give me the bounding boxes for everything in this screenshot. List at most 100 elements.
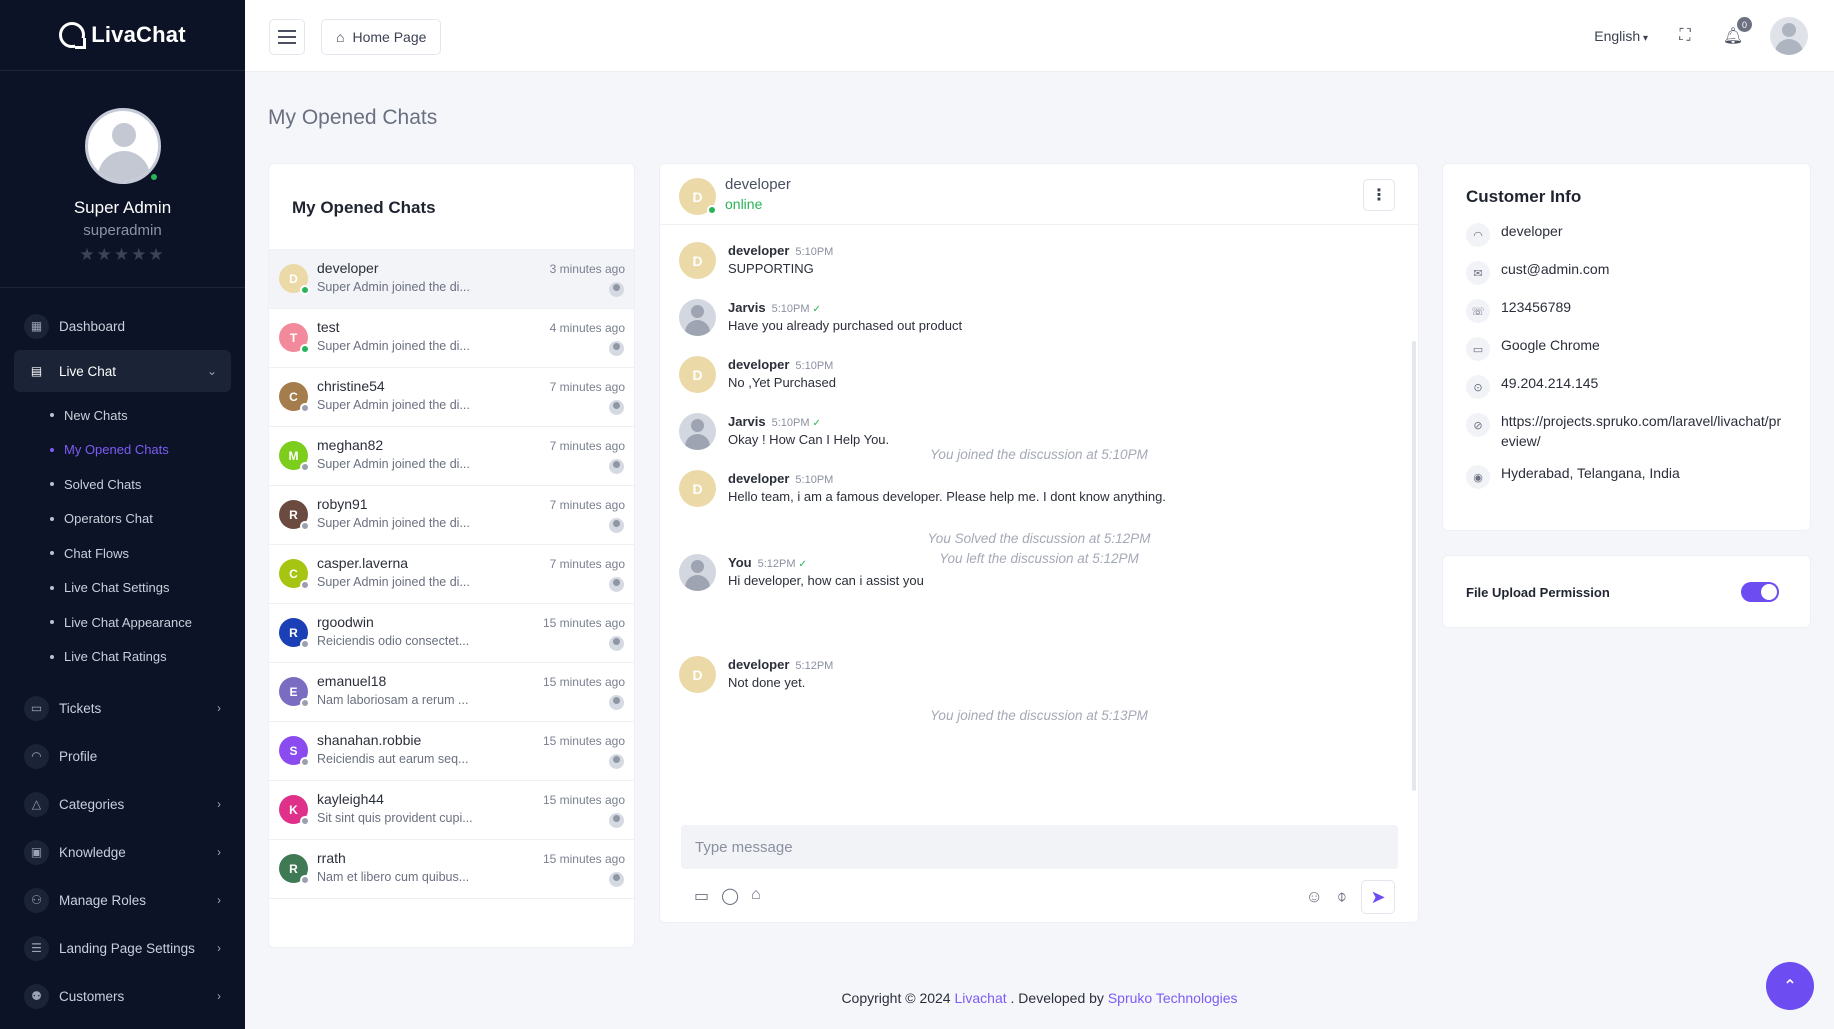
sidebar-subitem-live-chat-settings[interactable]: Live Chat Settings xyxy=(50,571,245,606)
dashboard-icon: ▦ xyxy=(24,313,49,339)
link-icon: ⊘ xyxy=(1466,413,1490,437)
offline-status-icon xyxy=(300,580,310,590)
sliders-icon: ☰ xyxy=(24,935,49,961)
chat-last-message: Super Admin joined the di... xyxy=(317,280,470,294)
sidebar-item-profile[interactable]: ◠ Profile xyxy=(0,732,245,780)
footer-brand-link[interactable]: Livachat xyxy=(954,990,1006,1006)
message-input[interactable] xyxy=(681,825,1398,869)
sidebar-item-live-chat[interactable]: ▤ Live Chat ⌄ xyxy=(14,350,231,392)
canned-message-icon[interactable]: ▭ xyxy=(694,886,709,906)
chevron-right-icon: › xyxy=(217,941,221,955)
chat-list-item[interactable]: Rrgoodwin Reiciendis odio consectet... 15 … xyxy=(269,604,634,663)
sidebar-item-manage-roles[interactable]: ⚇ Manage Roles › xyxy=(0,876,245,924)
send-button[interactable]: ➤ xyxy=(1361,880,1395,914)
user-role: superadmin xyxy=(83,222,162,239)
opened-chats-title: My Opened Chats xyxy=(269,164,634,250)
thread-scrollbar[interactable] xyxy=(1412,341,1416,791)
operator-avatar-icon xyxy=(609,341,624,356)
message-time: 5:10PM xyxy=(795,360,834,372)
menu-toggle-button[interactable] xyxy=(269,19,305,55)
offline-status-icon xyxy=(300,403,310,413)
sidebar-item-categories[interactable]: △ Categories › xyxy=(0,780,245,828)
user-avatar[interactable] xyxy=(84,108,161,184)
chat-list-item[interactable]: Mmeghan82 Super Admin joined the di... 7 m… xyxy=(269,427,634,486)
chat-list-item[interactable]: Rrobyn91 Super Admin joined the di... 7 mi… xyxy=(269,486,634,545)
sidebar-item-landing-page-settings[interactable]: ☰ Landing Page Settings › xyxy=(0,924,245,972)
live-chat-submenu: New Chats My Opened Chats Solved Chats O… xyxy=(0,392,245,684)
message-sender: developer xyxy=(728,657,790,672)
home-icon: ⌂ xyxy=(336,29,345,45)
sidebar-subitem-live-chat-appearance[interactable]: Live Chat Appearance xyxy=(50,605,245,640)
emoji-icon[interactable]: ☺ xyxy=(1305,887,1322,907)
message-avatar xyxy=(679,413,716,450)
ticket-icon[interactable]: ⌂ xyxy=(751,886,761,906)
composer-actions: ☺ ⌽ ➤ xyxy=(1305,880,1395,914)
chat-avatar: T xyxy=(279,323,310,354)
sidebar-subitem-live-chat-ratings[interactable]: Live Chat Ratings xyxy=(50,640,245,675)
message-text: No ,Yet Purchased xyxy=(728,375,836,390)
sidebar-item-tickets[interactable]: ▭ Tickets › xyxy=(0,684,245,732)
phone-icon: ☏ xyxy=(1466,299,1490,323)
operator-avatar-icon xyxy=(609,636,624,651)
livachat-logo-icon xyxy=(59,22,87,49)
chevron-right-icon: › xyxy=(217,845,221,859)
notification-bell-icon[interactable]: 🔔︎ 0 xyxy=(1722,17,1752,47)
conversation-card: D developer online ⋮ Ddeveloper 5:10PM SUP… xyxy=(659,163,1419,923)
user-name: Super Admin xyxy=(73,198,172,217)
message-meta: developer 5:10PM xyxy=(728,470,833,486)
system-message: You Solved the discussion at 5:12PM xyxy=(927,531,1151,546)
chat-list-item[interactable]: Ddeveloper Super Admin joined the di... 3 … xyxy=(269,250,634,309)
chat-list-item[interactable]: Cchristine54 Super Admin joined the di...… xyxy=(269,368,634,427)
message-meta: developer 5:12PM xyxy=(728,656,833,672)
notification-count-badge: 0 xyxy=(1737,17,1752,32)
message-sender: developer xyxy=(728,243,790,258)
more-options-icon[interactable]: ⋮ xyxy=(1363,179,1395,211)
sidebar: LivaChat Super Admin superadmin ★★★★★ ▦ … xyxy=(0,0,245,1029)
user-icon: ◠ xyxy=(1466,223,1490,247)
chat-time: 7 minutes ago xyxy=(549,380,625,394)
sidebar-item-knowledge[interactable]: ▣ Knowledge › xyxy=(0,828,245,876)
offline-status-icon xyxy=(300,521,310,531)
chat-list-item[interactable]: Eemanuel18 Nam laboriosam a rerum ... 15 m… xyxy=(269,663,634,722)
system-message: You joined the discussion at 5:10PM xyxy=(930,447,1148,462)
chevron-right-icon: › xyxy=(217,797,221,811)
sidebar-item-customers[interactable]: ⚉ Customers › xyxy=(0,972,245,1020)
chat-last-message: Reiciendis odio consectet... xyxy=(317,634,470,648)
customer-info-card: Customer Info ◠ developer ✉ cust@admin.c… xyxy=(1442,163,1811,531)
mail-icon: ✉ xyxy=(1466,261,1490,285)
sidebar-subitem-solved-chats[interactable]: Solved Chats xyxy=(50,467,245,502)
chat-list-item[interactable]: Ttest Super Admin joined the di... 4 minut… xyxy=(269,309,634,368)
language-selector[interactable]: English xyxy=(1594,28,1648,44)
chat-list-item[interactable]: Ccasper.laverna Super Admin joined the di… xyxy=(269,545,634,604)
message-time: 5:10PM xyxy=(795,246,834,258)
header-user-avatar[interactable] xyxy=(1770,17,1808,55)
attachment-icon[interactable]: ⌽ xyxy=(1337,887,1347,907)
message-thread: Ddeveloper 5:10PM SUPPORTING Jarvis 5:10PM ✓ H… xyxy=(660,226,1418,816)
rating-stars-icon: ★★★★★ xyxy=(79,245,166,264)
sidebar-subitem-chat-flows[interactable]: Chat Flows xyxy=(50,536,245,571)
chat-bubble-icon[interactable]: ◯ xyxy=(721,886,739,906)
chat-list-item[interactable]: Rrrath Nam et libero cum quibus... 15 minu… xyxy=(269,840,634,899)
sidebar-subitem-new-chats[interactable]: New Chats xyxy=(50,398,245,433)
sidebar-subitem-my-opened-chats[interactable]: My Opened Chats xyxy=(50,433,245,468)
shapes-icon: △ xyxy=(24,791,49,817)
breadcrumb[interactable]: ⌂ Home Page xyxy=(321,19,442,55)
operator-avatar-icon xyxy=(609,577,624,592)
operator-avatar-icon xyxy=(609,459,624,474)
sidebar-nav: ▦ Dashboard ▤ Live Chat ⌄ New Chats My O… xyxy=(0,288,245,1020)
chat-list-item[interactable]: Kkayleigh44 Sit sint quis provident cupi.… xyxy=(269,781,634,840)
footer-company-link[interactable]: Spruko Technologies xyxy=(1108,990,1238,1006)
chat-time: 15 minutes ago xyxy=(542,616,625,630)
chat-avatar: C xyxy=(279,559,310,590)
brand[interactable]: LivaChat xyxy=(0,0,245,71)
conversation-name: developer xyxy=(725,176,791,193)
chat-icon: ▤ xyxy=(30,364,43,378)
chat-list-item[interactable]: Sshanahan.robbie Reiciendis aut earum seq… xyxy=(269,722,634,781)
sidebar-subitem-operators-chat[interactable]: Operators Chat xyxy=(50,502,245,537)
scroll-to-top-button[interactable]: ⌃ xyxy=(1766,962,1814,1010)
fullscreen-icon[interactable]: ⛶ xyxy=(1674,25,1696,47)
chat-avatar: R xyxy=(279,500,310,531)
file-upload-permission-toggle[interactable] xyxy=(1741,582,1779,602)
operator-avatar-icon xyxy=(609,282,624,297)
sidebar-item-dashboard[interactable]: ▦ Dashboard xyxy=(0,302,245,350)
